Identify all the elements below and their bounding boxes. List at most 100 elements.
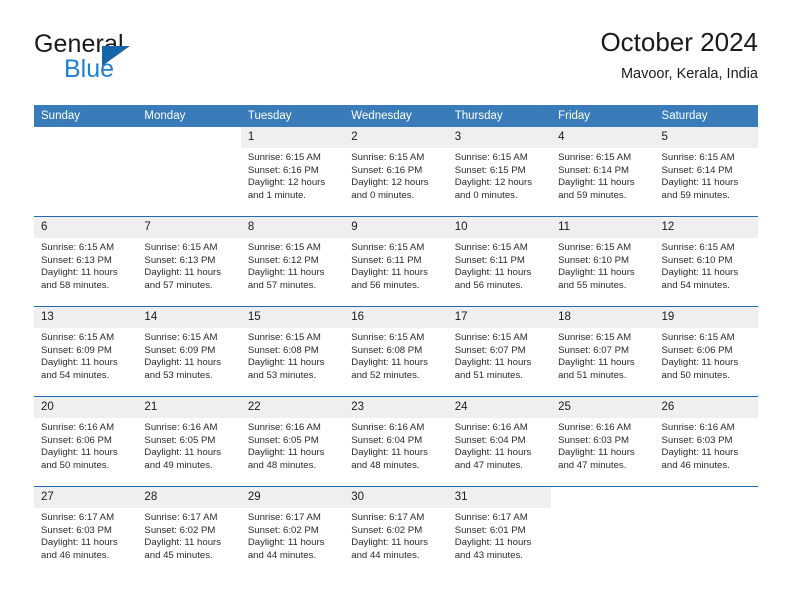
calendar-day-cell[interactable]: 21 Sunrise: 6:16 AM Sunset: 6:05 PM Dayligh… [137, 396, 241, 487]
calendar-day-28[interactable]: 28 Sunrise: 6:17 AM Sunset: 6:02 PM Dayligh… [137, 487, 241, 576]
calendar-day-cell[interactable]: 28 Sunrise: 6:17 AM Sunset: 6:02 PM Dayligh… [137, 486, 241, 576]
general-blue-logo[interactable]: General Blue [34, 30, 294, 90]
daylight-line: Daylight: 11 hours [41, 357, 118, 369]
calendar-day-19[interactable]: 19 Sunrise: 6:15 AM Sunset: 6:06 PM Dayligh… [654, 307, 758, 396]
calendar-day-cell[interactable]: 17 Sunrise: 6:15 AM Sunset: 6:07 PM Dayligh… [447, 306, 552, 397]
calendar-day-cell[interactable]: 4 Sunrise: 6:15 AM Sunset: 6:14 PM Daylight… [551, 127, 655, 217]
calendar-day-27[interactable]: 27 Sunrise: 6:17 AM Sunset: 6:03 PM Dayligh… [34, 487, 138, 576]
calendar-day-cell[interactable] [137, 127, 240, 217]
daylight-line: Daylight: 11 hours [351, 357, 428, 369]
calendar-day-30[interactable]: 30 Sunrise: 6:17 AM Sunset: 6:02 PM Dayligh… [344, 487, 448, 576]
calendar-day-cell[interactable]: 25 Sunrise: 6:16 AM Sunset: 6:03 PM Dayligh… [551, 396, 655, 487]
calendar-day-cell[interactable]: 30 Sunrise: 6:17 AM Sunset: 6:02 PM Dayligh… [344, 486, 448, 576]
daylight-line: Daylight: 11 hours [454, 447, 532, 459]
calendar-day-10[interactable]: 10 Sunrise: 6:15 AM Sunset: 6:11 PM Dayligh… [447, 217, 552, 306]
calendar-day-cell[interactable]: 5 Sunrise: 6:15 AM Sunset: 6:14 PM Daylight… [654, 127, 758, 217]
calendar-day-4[interactable]: 4 Sunrise: 6:15 AM Sunset: 6:14 PM Daylight… [551, 127, 655, 216]
calendar-day-cell[interactable]: 22 Sunrise: 6:16 AM Sunset: 6:05 PM Dayligh… [240, 396, 345, 487]
day-number: 21 [137, 397, 241, 418]
calendar-day-20[interactable]: 20 Sunrise: 6:16 AM Sunset: 6:06 PM Dayligh… [34, 397, 138, 486]
calendar-day-cell[interactable]: 1 Sunrise: 6:15 AM Sunset: 6:16 PM Daylight… [240, 127, 345, 217]
daylight-line: Daylight: 11 hours [144, 447, 222, 459]
calendar-day-cell[interactable]: 6 Sunrise: 6:15 AM Sunset: 6:13 PM Daylight… [34, 216, 138, 307]
calendar-day-cell[interactable]: 15 Sunrise: 6:15 AM Sunset: 6:08 PM Dayligh… [240, 306, 345, 397]
calendar-day-12[interactable]: 12 Sunrise: 6:15 AM Sunset: 6:10 PM Dayligh… [654, 217, 758, 306]
sunrise-line: Sunrise: 6:16 AM [454, 422, 528, 433]
daylight-line: Daylight: 11 hours [247, 267, 325, 279]
calendar-page: General Blue October 2024 Mavoor, Kerala… [0, 0, 792, 612]
calendar-day-31[interactable]: 31 Sunrise: 6:17 AM Sunset: 6:01 PM Dayligh… [447, 487, 552, 576]
daylight-line: and 1 minute. [247, 189, 306, 201]
calendar-day-cell[interactable]: 14 Sunrise: 6:15 AM Sunset: 6:09 PM Dayligh… [137, 306, 241, 397]
calendar-day-cell[interactable] [34, 127, 137, 217]
calendar-day-24[interactable]: 24 Sunrise: 6:16 AM Sunset: 6:04 PM Dayligh… [447, 397, 552, 486]
calendar-day-cell[interactable] [551, 486, 655, 576]
calendar-day-cell[interactable]: 16 Sunrise: 6:15 AM Sunset: 6:08 PM Dayligh… [344, 306, 448, 397]
sunrise-line: Sunrise: 6:15 AM [661, 242, 735, 253]
sunrise-line: Sunrise: 6:15 AM [41, 332, 115, 343]
calendar-day-14[interactable]: 14 Sunrise: 6:15 AM Sunset: 6:09 PM Dayligh… [137, 307, 241, 396]
calendar-day-cell[interactable]: 9 Sunrise: 6:15 AM Sunset: 6:11 PM Daylight… [344, 216, 448, 307]
calendar-day-cell[interactable]: 23 Sunrise: 6:16 AM Sunset: 6:04 PM Dayligh… [344, 396, 448, 487]
calendar-day-22[interactable]: 22 Sunrise: 6:16 AM Sunset: 6:05 PM Dayligh… [240, 397, 345, 486]
sunrise-line: Sunrise: 6:15 AM [351, 332, 425, 343]
calendar-grid: Sunday Monday Tuesday Wednesday Thursday… [34, 105, 758, 576]
calendar-day-cell[interactable]: 10 Sunrise: 6:15 AM Sunset: 6:11 PM Dayligh… [447, 216, 552, 307]
calendar-day-21[interactable]: 21 Sunrise: 6:16 AM Sunset: 6:05 PM Dayligh… [137, 397, 241, 486]
sunrise-line: Sunrise: 6:15 AM [247, 332, 321, 343]
calendar-day-25[interactable]: 25 Sunrise: 6:16 AM Sunset: 6:03 PM Dayligh… [551, 397, 655, 486]
calendar-day-cell[interactable]: 8 Sunrise: 6:15 AM Sunset: 6:12 PM Daylight… [240, 216, 345, 307]
calendar-day-cell[interactable]: 31 Sunrise: 6:17 AM Sunset: 6:01 PM Dayligh… [447, 486, 552, 576]
calendar-day-cell[interactable] [654, 486, 758, 576]
calendar-day-18[interactable]: 18 Sunrise: 6:15 AM Sunset: 6:07 PM Dayligh… [551, 307, 655, 396]
daylight-line: and 54 minutes. [41, 369, 110, 381]
calendar-day-cell[interactable]: 11 Sunrise: 6:15 AM Sunset: 6:10 PM Dayligh… [551, 216, 655, 307]
daylight-line: Daylight: 12 hours [454, 177, 533, 189]
calendar-day-26[interactable]: 26 Sunrise: 6:16 AM Sunset: 6:03 PM Dayligh… [654, 397, 758, 486]
sunrise-line: Sunrise: 6:17 AM [454, 512, 528, 523]
calendar-day-cell[interactable]: 18 Sunrise: 6:15 AM Sunset: 6:07 PM Dayligh… [551, 306, 655, 397]
calendar-day-23[interactable]: 23 Sunrise: 6:16 AM Sunset: 6:04 PM Dayligh… [344, 397, 448, 486]
day-number [655, 487, 758, 508]
day-sun-info: Sunrise: 6:16 AM Sunset: 6:06 PM Daylight:… [34, 418, 137, 472]
calendar-day-5[interactable]: 5 Sunrise: 6:15 AM Sunset: 6:14 PM Daylight… [654, 127, 758, 216]
calendar-day-cell[interactable]: 3 Sunrise: 6:15 AM Sunset: 6:15 PM Daylight… [447, 127, 552, 217]
calendar-day-cell[interactable]: 27 Sunrise: 6:17 AM Sunset: 6:03 PM Dayligh… [34, 486, 138, 576]
calendar-day-3[interactable]: 3 Sunrise: 6:15 AM Sunset: 6:15 PM Daylight… [447, 127, 552, 216]
calendar-day-cell[interactable]: 12 Sunrise: 6:15 AM Sunset: 6:10 PM Dayligh… [654, 216, 758, 307]
calendar-day-11[interactable]: 11 Sunrise: 6:15 AM Sunset: 6:10 PM Dayligh… [551, 217, 655, 306]
calendar-day-15[interactable]: 15 Sunrise: 6:15 AM Sunset: 6:08 PM Dayligh… [240, 307, 345, 396]
sunrise-line: Sunrise: 6:15 AM [144, 242, 218, 253]
calendar-day-8[interactable]: 8 Sunrise: 6:15 AM Sunset: 6:12 PM Daylight… [240, 217, 345, 306]
calendar-day-cell[interactable]: 26 Sunrise: 6:16 AM Sunset: 6:03 PM Dayligh… [654, 396, 758, 487]
calendar-day-cell[interactable]: 13 Sunrise: 6:15 AM Sunset: 6:09 PM Dayligh… [34, 306, 138, 397]
calendar-day-cell[interactable]: 19 Sunrise: 6:15 AM Sunset: 6:06 PM Dayligh… [654, 306, 758, 397]
sunrise-line: Sunrise: 6:15 AM [661, 152, 735, 163]
calendar-day-7[interactable]: 7 Sunrise: 6:15 AM Sunset: 6:13 PM Daylight… [137, 217, 241, 306]
sunrise-line: Sunrise: 6:17 AM [144, 512, 218, 523]
calendar-day-9[interactable]: 9 Sunrise: 6:15 AM Sunset: 6:11 PM Daylight… [344, 217, 448, 306]
calendar-day-16[interactable]: 16 Sunrise: 6:15 AM Sunset: 6:08 PM Dayligh… [344, 307, 448, 396]
calendar-day-29[interactable]: 29 Sunrise: 6:17 AM Sunset: 6:02 PM Dayligh… [240, 487, 345, 576]
dow-header-tuesday: Tuesday [240, 105, 345, 127]
calendar-day-cell[interactable]: 2 Sunrise: 6:15 AM Sunset: 6:16 PM Daylight… [344, 127, 448, 217]
daylight-line: Daylight: 11 hours [558, 177, 635, 189]
sunset-line: Sunset: 6:05 PM [247, 434, 319, 446]
calendar-day-cell[interactable]: 20 Sunrise: 6:16 AM Sunset: 6:06 PM Dayligh… [34, 396, 138, 487]
calendar-day-17[interactable]: 17 Sunrise: 6:15 AM Sunset: 6:07 PM Dayligh… [447, 307, 552, 396]
daylight-line: and 49 minutes. [144, 459, 213, 471]
calendar-day-2[interactable]: 2 Sunrise: 6:15 AM Sunset: 6:16 PM Daylight… [344, 127, 448, 216]
sunset-line: Sunset: 6:16 PM [351, 164, 423, 176]
daylight-line: and 44 minutes. [247, 549, 317, 561]
day-number: 2 [344, 127, 448, 148]
calendar-day-13[interactable]: 13 Sunrise: 6:15 AM Sunset: 6:09 PM Dayligh… [34, 307, 138, 396]
day-number: 24 [447, 397, 552, 418]
calendar-day-cell[interactable]: 29 Sunrise: 6:17 AM Sunset: 6:02 PM Dayligh… [240, 486, 345, 576]
daylight-line: Daylight: 11 hours [41, 447, 118, 459]
daylight-line: Daylight: 11 hours [247, 537, 325, 549]
calendar-day-6[interactable]: 6 Sunrise: 6:15 AM Sunset: 6:13 PM Daylight… [34, 217, 138, 306]
calendar-day-cell[interactable]: 7 Sunrise: 6:15 AM Sunset: 6:13 PM Daylight… [137, 216, 241, 307]
sunrise-line: Sunrise: 6:16 AM [247, 422, 321, 433]
calendar-day-cell[interactable]: 24 Sunrise: 6:16 AM Sunset: 6:04 PM Dayligh… [447, 396, 552, 487]
calendar-day-1[interactable]: 1 Sunrise: 6:15 AM Sunset: 6:16 PM Daylight… [240, 127, 345, 216]
